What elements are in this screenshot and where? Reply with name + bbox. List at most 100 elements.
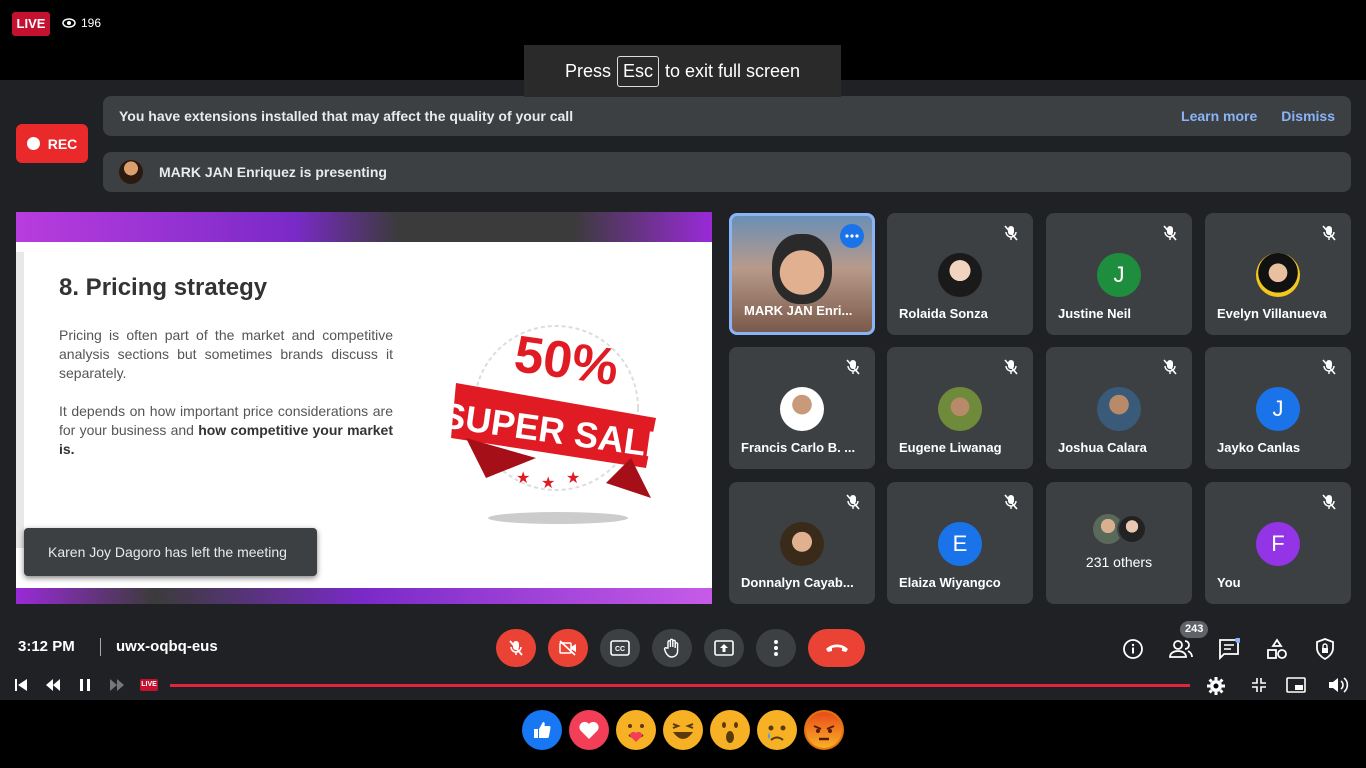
mic-off-icon bbox=[1003, 225, 1019, 241]
chat-button[interactable] bbox=[1216, 636, 1242, 662]
hang-up-icon bbox=[825, 644, 848, 652]
clock-separator bbox=[100, 638, 101, 656]
mic-off-icon bbox=[509, 640, 523, 656]
participant-tile[interactable]: J Jayko Canlas bbox=[1205, 347, 1351, 469]
star-icon: ★ bbox=[566, 470, 580, 487]
settings-button[interactable] bbox=[1206, 676, 1226, 696]
captions-button[interactable]: CC bbox=[600, 629, 640, 667]
mic-toggle-button[interactable] bbox=[496, 629, 536, 667]
participant-tile[interactable]: Rolaida Sonza bbox=[887, 213, 1033, 335]
wow-reaction-button[interactable] bbox=[710, 710, 750, 750]
miniplayer-button[interactable] bbox=[1286, 676, 1306, 694]
more-vert-icon bbox=[774, 640, 778, 656]
angry-reaction-button[interactable] bbox=[804, 710, 844, 750]
viewer-count: 196 bbox=[62, 16, 101, 30]
present-icon bbox=[714, 640, 734, 656]
participant-tile[interactable]: Donnalyn Cayab... bbox=[729, 482, 875, 604]
slide-paragraph-2: It depends on how important price consid… bbox=[59, 403, 394, 457]
participant-tile[interactable]: Eugene Liwanag bbox=[887, 347, 1033, 469]
fullscreen-hint-suffix: to exit full screen bbox=[664, 60, 801, 81]
skip-previous-button[interactable] bbox=[12, 676, 30, 694]
self-tile[interactable]: F You bbox=[1205, 482, 1351, 604]
angry-emoji-icon bbox=[806, 712, 842, 748]
viewer-count-value: 196 bbox=[81, 16, 102, 30]
leave-call-button[interactable] bbox=[808, 629, 865, 667]
raise-hand-button[interactable] bbox=[652, 629, 692, 667]
camera-off-icon bbox=[559, 640, 576, 656]
rewind-icon bbox=[46, 679, 60, 691]
left-meeting-toast: Karen Joy Dagoro has left the meeting bbox=[24, 528, 317, 576]
slide-paragraph-1: Pricing is often part of the market and … bbox=[59, 327, 393, 381]
chat-icon bbox=[1219, 638, 1240, 660]
like-reaction-button[interactable] bbox=[522, 710, 562, 750]
care-reaction-button[interactable] bbox=[616, 710, 656, 750]
presenting-text: MARK JAN Enriquez is presenting bbox=[159, 164, 387, 180]
exit-fullscreen-button[interactable] bbox=[1250, 676, 1268, 694]
fullscreen-hint: Press Esc to exit full screen bbox=[524, 45, 841, 97]
people-button[interactable] bbox=[1168, 636, 1194, 662]
more-options-button[interactable] bbox=[756, 629, 796, 667]
participant-tile[interactable]: E Elaiza Wiyangco bbox=[887, 482, 1033, 604]
mic-off-icon bbox=[845, 359, 861, 375]
mic-off-icon bbox=[1321, 225, 1337, 241]
avatar bbox=[1117, 514, 1147, 544]
avatar bbox=[938, 387, 982, 431]
pause-button[interactable] bbox=[76, 676, 94, 694]
mic-off-icon bbox=[1003, 359, 1019, 375]
fast-forward-button[interactable] bbox=[108, 676, 126, 694]
shield-lock-icon bbox=[1316, 638, 1334, 660]
volume-button[interactable] bbox=[1328, 676, 1350, 694]
avatar bbox=[938, 253, 982, 297]
more-horiz-icon bbox=[845, 234, 859, 238]
thumbs-up-icon bbox=[534, 722, 551, 738]
recording-indicator[interactable]: REC bbox=[16, 124, 88, 163]
participant-tile[interactable]: Francis Carlo B. ... bbox=[729, 347, 875, 469]
pause-icon bbox=[80, 679, 90, 691]
tile-more-options-button[interactable] bbox=[840, 224, 864, 248]
participant-tile[interactable]: MARK JAN Enri... bbox=[729, 213, 875, 335]
avatar: J bbox=[1256, 387, 1300, 431]
participant-tile[interactable]: Evelyn Villanueva bbox=[1205, 213, 1351, 335]
presenter-avatar bbox=[119, 160, 143, 184]
meeting-details-button[interactable] bbox=[1120, 636, 1146, 662]
participant-tile[interactable]: 231 others bbox=[1046, 482, 1192, 604]
avatar bbox=[1097, 387, 1141, 431]
haha-reaction-button[interactable] bbox=[663, 710, 703, 750]
others-avatar-group bbox=[1093, 514, 1149, 544]
svg-text:CC: CC bbox=[615, 646, 625, 653]
host-controls-button[interactable] bbox=[1312, 636, 1338, 662]
volume-icon bbox=[1329, 677, 1349, 693]
captions-icon: CC bbox=[610, 640, 630, 656]
participant-tile[interactable]: J Justine Neil bbox=[1046, 213, 1192, 335]
gear-icon bbox=[1207, 677, 1225, 695]
sad-emoji-icon bbox=[759, 712, 795, 748]
mic-off-icon bbox=[1321, 494, 1337, 510]
mic-off-icon bbox=[1003, 494, 1019, 510]
super-sale-graphic: 50% SUPER SALE ★ ★ ★ bbox=[446, 325, 666, 524]
participant-name: Justine Neil bbox=[1058, 306, 1131, 321]
activities-button[interactable] bbox=[1264, 636, 1290, 662]
love-reaction-button[interactable] bbox=[569, 710, 609, 750]
present-screen-button[interactable] bbox=[704, 629, 744, 667]
sad-reaction-button[interactable] bbox=[757, 710, 797, 750]
activities-shapes-icon bbox=[1267, 638, 1287, 659]
mic-off-icon bbox=[1321, 359, 1337, 375]
participant-name: You bbox=[1217, 575, 1241, 590]
dismiss-button[interactable]: Dismiss bbox=[1281, 108, 1335, 124]
avatar: E bbox=[938, 522, 982, 566]
picture-in-picture-icon bbox=[1286, 677, 1306, 693]
avatar: F bbox=[1256, 522, 1300, 566]
playback-progress-bar[interactable] bbox=[170, 684, 1190, 687]
rewind-button[interactable] bbox=[44, 676, 62, 694]
avatar bbox=[780, 522, 824, 566]
participant-name: 231 others bbox=[1085, 554, 1153, 570]
learn-more-link[interactable]: Learn more bbox=[1181, 108, 1257, 124]
care-emoji-icon bbox=[618, 712, 654, 748]
participant-tile[interactable]: Joshua Calara bbox=[1046, 347, 1192, 469]
presenter-video bbox=[772, 234, 832, 304]
camera-toggle-button[interactable] bbox=[548, 629, 588, 667]
player-live-badge[interactable]: LIVE bbox=[140, 679, 158, 691]
slide-top-band bbox=[16, 212, 712, 242]
fullscreen-hint-prefix: Press bbox=[564, 60, 611, 81]
skip-previous-icon bbox=[15, 679, 27, 691]
